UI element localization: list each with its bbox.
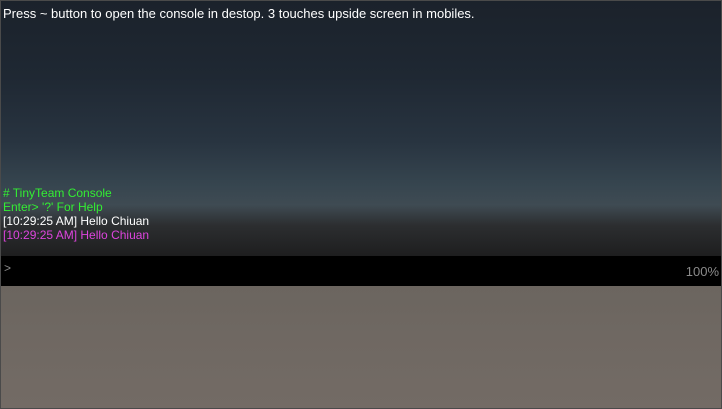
console-log-line: [10:29:25 AM] Hello Chiuan (3, 214, 150, 228)
prompt-symbol: > (4, 261, 12, 275)
game-viewport[interactable]: Press ~ button to open the console in de… (0, 0, 722, 409)
console-log-line: # TinyTeam Console (3, 186, 112, 200)
console-input-bar[interactable]: > 100% (1, 256, 721, 286)
ground-plane (1, 286, 721, 408)
console-log-line: [10:29:25 AM] Hello Chiuan (3, 228, 150, 242)
console-hint-text: Press ~ button to open the console in de… (3, 6, 475, 21)
console-log-line: Enter> '?' For Help (3, 200, 103, 214)
zoom-level: 100% (685, 264, 719, 279)
console-log: # TinyTeam Console Enter> '?' For Help [… (3, 186, 149, 242)
console-input[interactable] (15, 259, 655, 279)
